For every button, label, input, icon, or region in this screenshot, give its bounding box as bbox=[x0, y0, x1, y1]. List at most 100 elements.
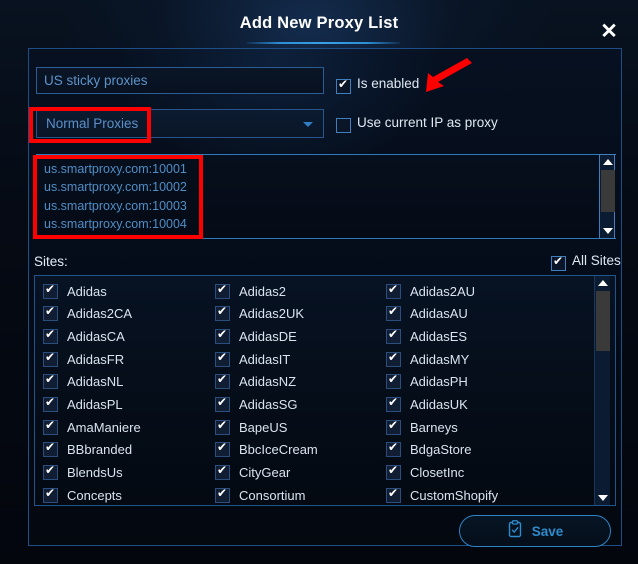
site-checkbox[interactable] bbox=[43, 440, 58, 458]
save-button[interactable]: Save bbox=[459, 515, 611, 547]
site-name-label: Barneys bbox=[410, 419, 458, 435]
site-list-item[interactable]: AdidasNZ bbox=[215, 371, 296, 393]
site-name-label: AdidasDE bbox=[239, 328, 297, 344]
site-checkbox[interactable] bbox=[386, 282, 401, 299]
site-checkbox[interactable] bbox=[43, 282, 58, 299]
proxy-list-name-input[interactable] bbox=[36, 67, 324, 94]
site-checkbox[interactable] bbox=[43, 463, 58, 481]
site-checkbox[interactable] bbox=[215, 395, 230, 412]
site-checkbox[interactable] bbox=[386, 327, 401, 344]
site-checkbox[interactable] bbox=[215, 282, 230, 299]
site-list-item[interactable]: AdidasUK bbox=[386, 394, 468, 416]
is-enabled-label: Is enabled bbox=[357, 76, 420, 91]
site-list-item[interactable]: ClosetInc bbox=[386, 462, 464, 484]
site-list-item[interactable]: AdidasIT bbox=[215, 348, 290, 370]
site-name-label: AdidasUK bbox=[410, 397, 468, 412]
site-list-item[interactable]: Adidas bbox=[43, 280, 107, 302]
site-checkbox[interactable] bbox=[215, 418, 230, 435]
site-name-label: BBbranded bbox=[67, 442, 133, 458]
site-name-label: AdidasNL bbox=[67, 374, 124, 390]
site-checkbox[interactable] bbox=[43, 350, 58, 367]
site-list-item[interactable]: AdidasSG bbox=[215, 394, 298, 416]
site-list-item[interactable]: BBbranded bbox=[43, 439, 132, 461]
site-name-label: Concepts bbox=[67, 487, 122, 503]
site-name-label: ClosetInc bbox=[410, 465, 465, 481]
scroll-up-icon[interactable] bbox=[595, 276, 611, 290]
site-list-item[interactable]: BbcIceCream bbox=[215, 439, 318, 461]
all-sites-checkbox[interactable] bbox=[551, 254, 566, 271]
site-checkbox[interactable] bbox=[215, 486, 230, 503]
site-name-label: AdidasNZ bbox=[239, 374, 297, 390]
site-list-item[interactable]: Consortium bbox=[215, 484, 306, 505]
site-list-item[interactable]: BapeUS bbox=[215, 416, 287, 438]
site-checkbox[interactable] bbox=[215, 327, 230, 344]
site-list-item[interactable]: AdidasPH bbox=[386, 371, 468, 393]
site-list-item[interactable]: AmaManiere bbox=[43, 416, 141, 438]
site-checkbox[interactable] bbox=[386, 350, 401, 367]
site-checkbox[interactable] bbox=[215, 463, 230, 481]
sites-list-scrollbar[interactable] bbox=[594, 276, 610, 505]
site-list-item[interactable]: Adidas2 bbox=[215, 280, 286, 302]
site-name-label: Adidas2 bbox=[239, 283, 286, 299]
site-checkbox[interactable] bbox=[215, 440, 230, 458]
site-checkbox[interactable] bbox=[215, 350, 230, 367]
site-list-item[interactable]: Barneys bbox=[386, 416, 458, 438]
clipboard-check-icon bbox=[507, 519, 523, 543]
site-checkbox[interactable] bbox=[43, 395, 58, 412]
title-underline bbox=[247, 42, 400, 44]
site-list-item[interactable]: CityGear bbox=[215, 462, 290, 484]
is-enabled-checkbox[interactable] bbox=[336, 77, 351, 94]
site-list-item[interactable]: AdidasNL bbox=[43, 371, 123, 393]
site-checkbox[interactable] bbox=[43, 372, 58, 390]
site-list-item[interactable]: AdidasAU bbox=[386, 303, 468, 325]
site-checkbox[interactable] bbox=[215, 304, 230, 322]
site-name-label: AdidasPH bbox=[410, 374, 468, 390]
site-name-label: Consortium bbox=[239, 487, 306, 503]
site-name-label: Adidas2UK bbox=[239, 306, 305, 322]
site-checkbox[interactable] bbox=[215, 372, 230, 390]
site-checkbox[interactable] bbox=[43, 418, 58, 435]
site-list-item[interactable]: BdgaStore bbox=[386, 439, 471, 461]
all-sites-label: All Sites bbox=[572, 253, 621, 268]
sites-label: Sites: bbox=[34, 254, 68, 269]
site-list-item[interactable]: AdidasES bbox=[386, 325, 467, 347]
site-checkbox[interactable] bbox=[386, 440, 401, 458]
scroll-down-icon[interactable] bbox=[595, 491, 611, 505]
site-list-item[interactable]: Concepts bbox=[43, 484, 122, 505]
use-current-ip-checkbox[interactable] bbox=[336, 118, 351, 133]
site-list-item[interactable]: CustomShopify bbox=[386, 484, 499, 505]
site-list-item[interactable]: Adidas2AU bbox=[386, 280, 475, 302]
scroll-up-icon[interactable] bbox=[600, 155, 616, 169]
site-list-item[interactable]: Adidas2UK bbox=[215, 303, 304, 325]
site-list-item[interactable]: AdidasPL bbox=[43, 394, 123, 416]
chevron-down-icon bbox=[303, 122, 313, 127]
site-checkbox[interactable] bbox=[386, 486, 401, 503]
site-checkbox[interactable] bbox=[386, 463, 401, 481]
site-list-item[interactable]: AdidasCA bbox=[43, 325, 125, 347]
site-checkbox[interactable] bbox=[43, 327, 58, 344]
scrollbar-thumb[interactable] bbox=[601, 170, 615, 212]
site-checkbox[interactable] bbox=[43, 486, 58, 503]
close-icon[interactable]: ✕ bbox=[596, 18, 622, 44]
site-checkbox[interactable] bbox=[386, 304, 401, 322]
proxy-type-dropdown[interactable]: Normal Proxies bbox=[36, 109, 324, 138]
site-list-item[interactable]: AdidasDE bbox=[215, 325, 297, 347]
sites-list[interactable]: Adidas Adidas2CA AdidasCA AdidasFR AdidasNL A… bbox=[34, 275, 616, 506]
site-name-label: AdidasMY bbox=[410, 351, 470, 367]
proxy-list-textarea[interactable]: us.smartproxy.com:10001 us.smartproxy.co… bbox=[36, 154, 616, 239]
site-list-item[interactable]: AdidasFR bbox=[43, 348, 124, 370]
site-list-item[interactable]: AdidasMY bbox=[386, 348, 469, 370]
site-list-item[interactable]: BlendsUs bbox=[43, 462, 123, 484]
site-checkbox[interactable] bbox=[386, 372, 401, 390]
scroll-down-icon[interactable] bbox=[600, 224, 616, 238]
site-name-label: CustomShopify bbox=[410, 487, 499, 503]
site-checkbox[interactable] bbox=[386, 395, 401, 412]
proxy-list-scrollbar[interactable] bbox=[599, 154, 615, 239]
site-list-item[interactable]: Adidas2CA bbox=[43, 303, 132, 325]
site-checkbox[interactable] bbox=[43, 304, 58, 322]
add-proxy-list-dialog: Add New Proxy List ✕ Normal Proxies Is e… bbox=[0, 0, 638, 564]
dialog-content-panel: Normal Proxies Is enabled Use current IP… bbox=[28, 48, 622, 547]
scrollbar-thumb[interactable] bbox=[596, 291, 610, 351]
site-name-label: CityGear bbox=[239, 465, 291, 481]
site-checkbox[interactable] bbox=[386, 418, 401, 435]
